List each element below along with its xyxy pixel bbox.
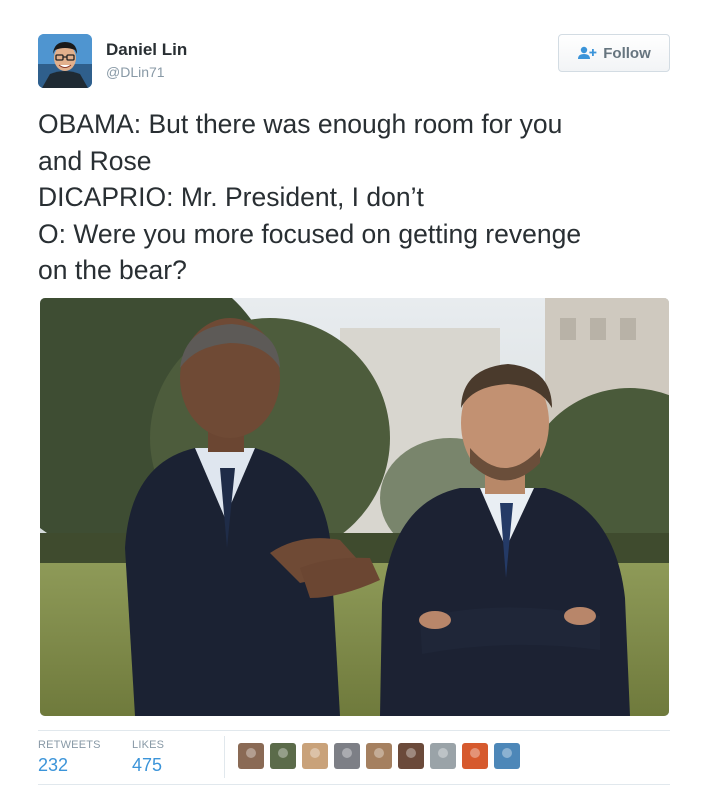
liker-avatar[interactable] [366,743,392,769]
tweet-text-line: DICAPRIO: Mr. President, I don’t [38,182,424,212]
liker-avatar[interactable] [334,743,360,769]
display-name[interactable]: Daniel Lin [106,40,187,60]
tweet-text-line: OBAMA: But there was enough room for you [38,109,563,139]
liker-avatar[interactable] [302,743,328,769]
user-handle[interactable]: @DLin71 [106,63,187,81]
tweet-text-line: and Rose [38,145,152,176]
liker-avatar[interactable] [494,743,520,769]
follow-button[interactable]: Follow [558,34,670,72]
avatar[interactable] [38,34,92,88]
divider-bottom [38,784,670,785]
tweet-text: OBAMA: But there was enough room for you… [38,106,678,289]
retweets-count: 232 [38,755,69,775]
tweet-text-line: O: Were you more focused on getting reve… [38,218,582,249]
tweet-header: Daniel Lin @DLin71 Follow [38,34,670,90]
liker-avatar[interactable] [238,743,264,769]
retweets-stat[interactable]: RETWEETS 232 [38,738,101,777]
liker-avatars [238,743,526,769]
tweet-stats: RETWEETS 232 LIKES 475 [38,730,670,782]
liker-avatar[interactable] [430,743,456,769]
likes-stat[interactable]: LIKES 475 [132,738,164,777]
user-info: Daniel Lin @DLin71 [106,40,187,81]
liker-avatar[interactable] [462,743,488,769]
liker-avatar[interactable] [398,743,424,769]
likes-count: 475 [132,755,163,775]
tweet-card: Daniel Lin @DLin71 Follow OBAMA: But the… [0,0,713,800]
follow-person-plus-icon [577,46,597,60]
liker-avatar[interactable] [270,743,296,769]
stats-separator [224,736,225,778]
likes-label: LIKES [132,739,165,751]
retweets-label: RETWEETS [38,739,101,751]
follow-label: Follow [603,44,651,62]
tweet-text-line: on the bear? [38,255,187,285]
tweet-photo[interactable] [40,298,669,716]
